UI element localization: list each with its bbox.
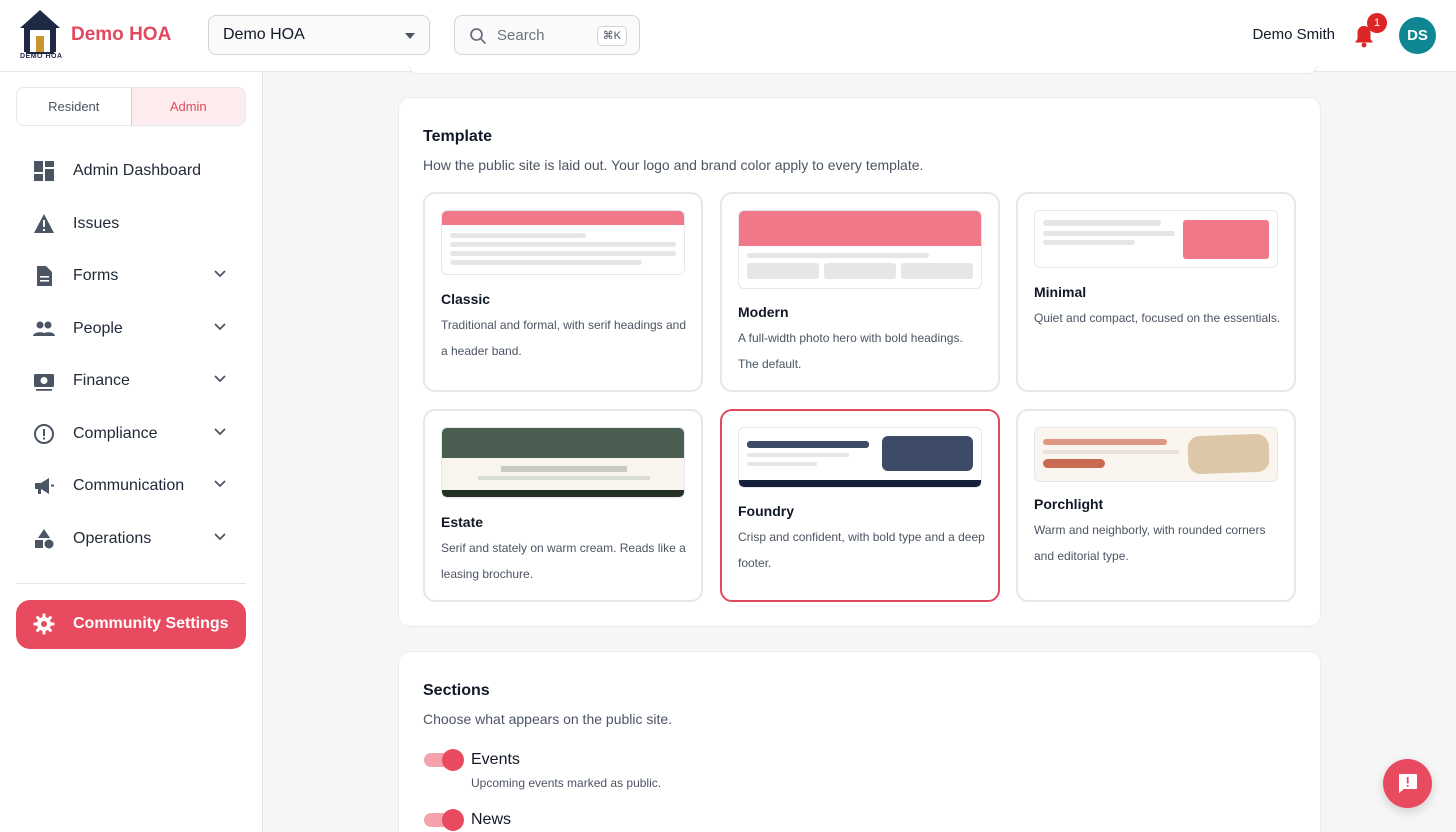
sidebar-item-label: Issues — [73, 215, 120, 232]
template-option-porchlight[interactable]: Porchlight Warm and neighborly, with rou… — [1016, 409, 1296, 602]
chat-alert-icon — [1399, 774, 1417, 793]
search-shortcut: ⌘K — [596, 26, 627, 46]
sidebar-item-label: Operations — [73, 530, 152, 547]
template-option-foundry[interactable]: Foundry Crisp and confident, with bold t… — [720, 409, 1000, 602]
events-toggle[interactable] — [424, 749, 464, 771]
hoa-select[interactable]: Demo HOA — [208, 15, 430, 55]
porchlight-preview — [1034, 427, 1278, 482]
chevron-down-icon — [214, 428, 226, 436]
hoa-select-value: Demo HOA — [223, 26, 305, 43]
sidebar-item-label: Communication — [73, 477, 185, 494]
sidebar-item-admin-dashboard[interactable]: Admin Dashboard — [16, 149, 246, 193]
people-icon — [33, 321, 55, 336]
template-option-modern[interactable]: Modern A full-width photo hero with bold… — [720, 192, 1000, 392]
sidebar-item-label: Compliance — [73, 425, 158, 442]
template-description: How the public site is laid out. Your lo… — [423, 157, 924, 173]
user-name[interactable]: Demo Smith — [1252, 26, 1335, 43]
template-option-minimal[interactable]: Minimal Quiet and compact, focused on th… — [1016, 192, 1296, 392]
template-name: Minimal — [1034, 284, 1087, 300]
sidebar-item-label: Finance — [73, 372, 130, 389]
template-desc: Quiet and compact, focused on the essent… — [1034, 311, 1281, 325]
sidebar: Resident Admin Admin Dashboard Issues Fo… — [0, 72, 263, 832]
search-box[interactable]: Search ⌘K — [454, 15, 640, 55]
document-icon — [37, 266, 52, 286]
top-bar: DEMO HOA Demo HOA Demo HOA Search ⌘K Dem… — [0, 0, 1456, 72]
estate-preview — [441, 427, 685, 498]
template-name: Foundry — [738, 503, 794, 519]
chevron-down-icon — [214, 375, 226, 383]
role-resident-tab[interactable]: Resident — [17, 88, 131, 125]
sidebar-item-label: Community Settings — [73, 615, 229, 632]
search-placeholder: Search — [497, 27, 545, 44]
sidebar-item-label: Admin Dashboard — [73, 162, 202, 179]
caret-down-icon — [405, 33, 415, 39]
minimal-preview — [1034, 210, 1278, 268]
template-option-estate[interactable]: Estate Serif and stately on warm cream. … — [423, 409, 703, 602]
chevron-down-icon — [214, 533, 226, 541]
template-name: Estate — [441, 514, 484, 530]
template-desc: A full-width photo hero with bold headin… — [738, 331, 963, 371]
warning-icon — [34, 214, 54, 233]
toggle-knob — [442, 809, 464, 831]
sidebar-item-compliance[interactable]: Compliance — [16, 412, 246, 456]
search-icon — [470, 28, 486, 44]
logo-caption: DEMO HOA — [20, 53, 63, 60]
sidebar-item-finance[interactable]: Finance — [16, 359, 246, 403]
sidebar-divider — [16, 583, 246, 584]
template-desc: Crisp and confident, with bold type and … — [738, 530, 985, 570]
template-desc: Warm and neighborly, with rounded corner… — [1034, 523, 1266, 563]
money-icon — [34, 374, 54, 391]
news-toggle[interactable] — [424, 809, 464, 831]
role-admin-tab[interactable]: Admin — [130, 88, 245, 125]
feedback-button[interactable] — [1383, 759, 1432, 808]
sidebar-item-issues[interactable]: Issues — [16, 202, 246, 246]
alert-circle-icon — [34, 424, 54, 444]
foundry-preview — [738, 427, 982, 488]
sections-card: Sections Choose what appears on the publ… — [398, 651, 1321, 832]
section-label-events: Events — [471, 751, 520, 768]
previous-card-edge — [409, 66, 1317, 74]
classic-preview — [441, 210, 685, 275]
template-name: Porchlight — [1034, 496, 1104, 512]
section-label-news: News — [471, 811, 512, 828]
brand-name[interactable]: Demo HOA — [71, 24, 171, 46]
template-title: Template — [423, 128, 493, 145]
sidebar-item-people[interactable]: People — [16, 307, 246, 351]
gear-icon — [33, 613, 55, 635]
shapes-icon — [35, 529, 54, 549]
template-desc: Serif and stately on warm cream. Reads l… — [441, 541, 686, 581]
template-name: Classic — [441, 291, 491, 307]
template-card: Template How the public site is laid out… — [398, 97, 1321, 627]
chevron-down-icon — [214, 323, 226, 331]
megaphone-icon — [35, 478, 54, 494]
modern-preview — [738, 210, 982, 289]
template-desc: Traditional and formal, with serif headi… — [441, 318, 687, 358]
sidebar-item-community-settings[interactable]: Community Settings — [16, 600, 246, 649]
sections-title: Sections — [423, 682, 490, 699]
section-desc-events: Upcoming events marked as public. — [471, 776, 662, 790]
dashboard-icon — [34, 161, 54, 181]
template-name: Modern — [738, 304, 789, 320]
template-option-classic[interactable]: Classic Traditional and formal, with ser… — [423, 192, 703, 392]
sections-description: Choose what appears on the public site. — [423, 711, 673, 727]
role-switcher: Resident Admin — [16, 87, 246, 126]
notification-badge: 1 — [1367, 13, 1387, 33]
chevron-down-icon — [214, 480, 226, 488]
sidebar-item-label: Forms — [73, 267, 119, 284]
sidebar-item-forms[interactable]: Forms — [16, 254, 246, 298]
sidebar-item-communication[interactable]: Communication — [16, 464, 246, 508]
sidebar-item-operations[interactable]: Operations — [16, 517, 246, 561]
sidebar-item-label: People — [73, 320, 123, 337]
toggle-knob — [442, 749, 464, 771]
avatar[interactable]: DS — [1399, 17, 1436, 54]
chevron-down-icon — [214, 270, 226, 278]
